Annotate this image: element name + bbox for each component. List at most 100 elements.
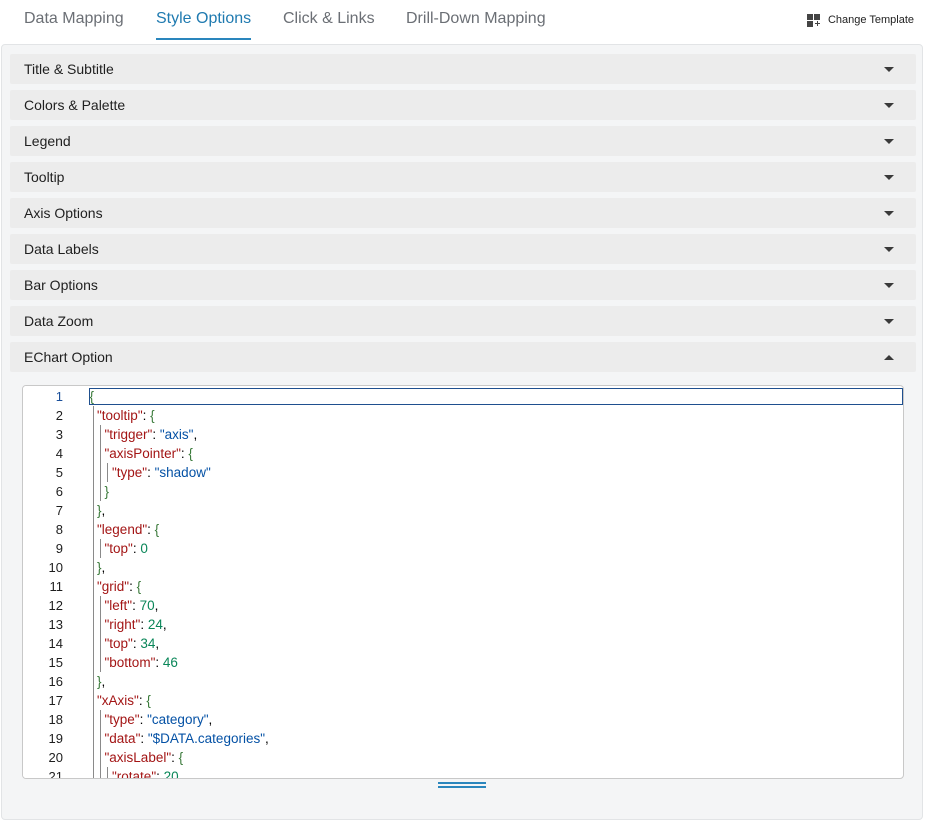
accordion-legend[interactable]: Legend: [10, 126, 916, 156]
tab-drill-down-mapping[interactable]: Drill-Down Mapping: [406, 10, 546, 28]
tab-style-options[interactable]: Style Options: [156, 10, 251, 28]
indent-guide: [93, 406, 94, 778]
code-line: },: [97, 501, 105, 520]
line-number: 2: [55, 408, 63, 423]
code-line: "grid": {: [97, 577, 141, 596]
line-number: 13: [48, 617, 63, 632]
code-token: "top": [104, 541, 133, 556]
accordion-label: Tooltip: [24, 169, 65, 185]
editor-resize-handle[interactable]: [438, 782, 486, 788]
accordion-label: Colors & Palette: [24, 97, 126, 113]
line-number: 8: [55, 522, 63, 537]
code-line: "trigger": "axis",: [105, 425, 198, 444]
code-token: "tooltip": [97, 408, 143, 423]
chevron-down-icon: [884, 175, 894, 180]
code-token: "legend": [97, 522, 148, 537]
code-line: "xAxis": {: [97, 691, 151, 710]
code-token: "$DATA.categories": [147, 731, 266, 746]
code-line: {: [90, 387, 95, 406]
code-token: ,: [155, 636, 160, 651]
accordion-label: EChart Option: [24, 349, 113, 365]
tab-data-mapping[interactable]: Data Mapping: [24, 10, 124, 28]
code-token: "right": [104, 617, 141, 632]
code-line: "axisPointer": {: [105, 444, 193, 463]
code-token: "rotate": [112, 769, 157, 779]
code-token: {: [188, 446, 193, 461]
accordion-tooltip[interactable]: Tooltip: [10, 162, 916, 192]
accordion-echart-option[interactable]: EChart Option: [10, 342, 916, 372]
code-token: "trigger": [104, 427, 153, 442]
code-token: {: [136, 579, 142, 594]
code-line: "type": "category",: [105, 710, 213, 729]
chevron-down-icon: [884, 103, 894, 108]
code-line: "type": "shadow": [112, 463, 211, 482]
line-number-gutter: 1 2 3 4 5 6 7 8 9 10 11 12 13 14 15 16 17 18 19 20 21: [23, 386, 89, 778]
code-token: :: [171, 750, 179, 765]
code-token: :: [142, 408, 151, 423]
code-token: :: [156, 769, 164, 779]
line-number: 14: [48, 636, 63, 651]
code-token: ,: [101, 503, 106, 518]
accordion-label: Legend: [24, 133, 71, 149]
code-line: "left": 70,: [105, 596, 159, 615]
code-token: 46: [162, 655, 178, 670]
line-number: 17: [48, 693, 63, 708]
code-token: 20: [163, 769, 179, 779]
code-token: "axisLabel": [104, 750, 172, 765]
line-number: 21: [48, 769, 63, 779]
code-token: "type": [104, 712, 140, 727]
code-token: :: [140, 617, 148, 632]
echart-option-code-editor[interactable]: 1 2 3 4 5 6 7 8 9 10 11 12 13 14 15 16 17 18 19 20 21 {"tool…: [22, 385, 904, 779]
line-number: 16: [48, 674, 63, 689]
accordion-axis-options[interactable]: Axis Options: [10, 198, 916, 228]
accordion-title-subtitle[interactable]: Title & Subtitle: [10, 54, 916, 84]
current-line-highlight: [89, 388, 903, 405]
code-token: :: [132, 598, 140, 613]
code-token: "category": [147, 712, 209, 727]
code-token: ,: [101, 674, 106, 689]
code-token: "xAxis": [97, 693, 139, 708]
line-number: 20: [48, 750, 63, 765]
tab-bar: Data Mapping Style Options Click & Links…: [0, 0, 926, 44]
code-token: ,: [101, 560, 106, 575]
line-number: 19: [48, 731, 63, 746]
chevron-up-icon: [884, 355, 894, 360]
chevron-down-icon: [884, 319, 894, 324]
accordion-bar-options[interactable]: Bar Options: [10, 270, 916, 300]
code-token: :: [147, 465, 155, 480]
line-number: 18: [48, 712, 63, 727]
chevron-down-icon: [884, 247, 894, 252]
code-token: :: [155, 655, 163, 670]
line-number: 7: [55, 503, 63, 518]
accordion-label: Data Labels: [24, 241, 99, 257]
code-token: "data": [104, 731, 141, 746]
line-number: 12: [48, 598, 63, 613]
indent-guide: [100, 710, 101, 778]
accordion-data-labels[interactable]: Data Labels: [10, 234, 916, 264]
code-line: "axisLabel": {: [105, 748, 184, 767]
code-token: "type": [112, 465, 148, 480]
active-tab-indicator: [156, 38, 251, 40]
line-number: 4: [55, 446, 63, 461]
code-token: ,: [208, 712, 213, 727]
code-area[interactable]: {"tooltip": {"trigger": "axis", "axisPoin…: [89, 386, 903, 778]
chevron-down-icon: [884, 139, 894, 144]
code-line: "right": 24,: [105, 615, 167, 634]
accordion-colors-palette[interactable]: Colors & Palette: [10, 90, 916, 120]
code-line: "bottom": 46: [105, 653, 178, 672]
code-token: ,: [193, 427, 198, 442]
code-token: "axisPointer": [104, 446, 181, 461]
indent-guide: [107, 463, 108, 482]
code-token: {: [150, 408, 155, 423]
code-token: "bottom": [104, 655, 156, 670]
line-number: 6: [55, 484, 63, 499]
code-token: {: [178, 750, 184, 765]
indent-guide: [100, 596, 101, 672]
line-number: 3: [55, 427, 63, 442]
chevron-down-icon: [884, 211, 894, 216]
accordion-label: Data Zoom: [24, 313, 94, 329]
change-template-button[interactable]: Change Template: [806, 12, 914, 28]
accordion-data-zoom[interactable]: Data Zoom: [10, 306, 916, 336]
accordion-label: Bar Options: [24, 277, 98, 293]
tab-click-links[interactable]: Click & Links: [283, 10, 375, 28]
